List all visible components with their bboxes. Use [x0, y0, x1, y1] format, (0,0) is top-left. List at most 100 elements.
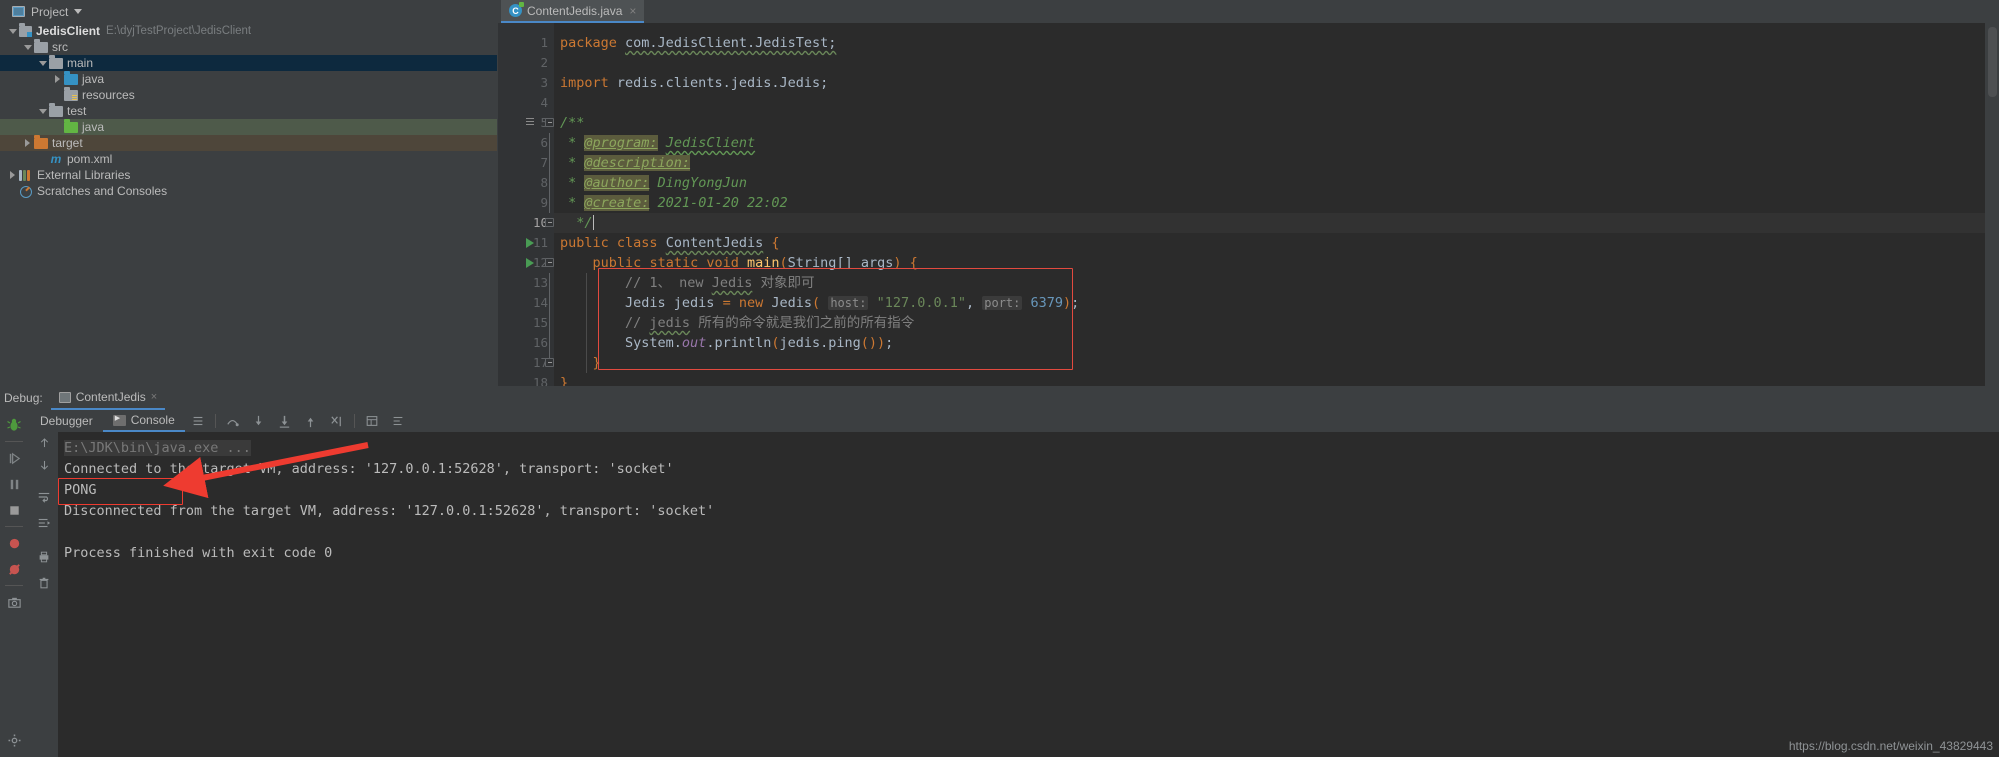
expand-arrow-right-icon[interactable]	[21, 139, 34, 147]
expand-arrow-down-icon[interactable]	[36, 60, 49, 66]
java-class-icon: C	[509, 2, 524, 17]
close-icon[interactable]: ×	[151, 391, 157, 403]
tree-node-jedisclient[interactable]: JedisClient E:\dyjTestProject\JedisClient	[0, 23, 497, 39]
expand-arrow-down-icon[interactable]	[6, 28, 19, 34]
evaluate-icon[interactable]	[359, 410, 385, 432]
code-content[interactable]: package com.JedisClient.JedisTest; import…	[554, 23, 1999, 386]
project-tool-window-label: Project	[31, 4, 69, 19]
fold-region-line-method	[549, 273, 550, 359]
run-class-gutter-icon[interactable]	[526, 238, 534, 248]
tree-node-pom-xml[interactable]: m pom.xml	[0, 151, 497, 167]
print-icon[interactable]	[30, 544, 58, 570]
scroll-to-end-icon[interactable]	[30, 510, 58, 536]
scroll-down-icon[interactable]	[30, 454, 58, 476]
project-tree-panel[interactable]: JedisClient E:\dyjTestProject\JedisClient…	[0, 23, 497, 386]
expand-arrow-right-icon[interactable]	[6, 171, 19, 179]
tree-node-label: External Libraries	[37, 168, 131, 182]
code-line-3[interactable]: import redis.clients.jedis.Jedis;	[560, 73, 828, 93]
chevron-down-icon[interactable]	[74, 9, 83, 14]
debug-tool-window: Debug: ContentJedis × Debugger ▶ Console…	[0, 386, 1999, 757]
javadoc-marker-icon	[522, 118, 534, 128]
clear-all-icon[interactable]	[30, 570, 58, 596]
debug-subtab-debugger[interactable]: Debugger	[30, 410, 103, 432]
debug-bug-icon[interactable]	[0, 412, 28, 438]
code-line-14[interactable]: Jedis jedis = new Jedis( host: "127.0.0.…	[560, 293, 1079, 313]
folder-icon	[49, 102, 63, 117]
scroll-up-icon[interactable]	[30, 432, 58, 454]
settings2-icon[interactable]	[385, 410, 411, 432]
project-tool-window-button[interactable]: Project	[0, 0, 90, 23]
code-line-8[interactable]: * @author: DingYongJun	[560, 173, 747, 193]
close-icon[interactable]: ×	[629, 4, 636, 18]
debug-header: Debug: ContentJedis ×	[0, 386, 1999, 410]
tree-node-resources[interactable]: resources	[0, 86, 497, 103]
expand-arrow-down-icon[interactable]	[21, 44, 34, 50]
tree-node-java[interactable]: java	[0, 118, 497, 135]
tree-node-label: test	[67, 104, 87, 118]
run-to-cursor-icon[interactable]	[324, 410, 350, 432]
tree-node-java[interactable]: java	[0, 70, 497, 87]
rail-divider	[5, 585, 23, 586]
code-line-9[interactable]: * @create: 2021-01-20 22:02	[560, 193, 788, 213]
tree-node-target[interactable]: target	[0, 134, 497, 151]
tree-node-src[interactable]: src	[0, 38, 497, 55]
settings-gear-icon[interactable]	[0, 727, 28, 753]
view-breakpoints-icon[interactable]	[0, 530, 28, 556]
console-line: Process finished with exit code 0	[64, 545, 333, 561]
code-line-5[interactable]: /**	[560, 113, 584, 133]
editor-scrollbar-track[interactable]	[1985, 23, 1999, 386]
editor-gutter[interactable]: 123456789101112131415161718	[498, 23, 554, 386]
line-number: 2	[540, 55, 548, 70]
tree-node-scratches-and-consoles[interactable]: Scratches and Consoles	[0, 183, 497, 199]
code-line-16[interactable]: System.out.println(jedis.ping());	[560, 333, 893, 353]
stop-icon[interactable]	[0, 497, 28, 523]
expand-arrow-down-icon[interactable]	[36, 108, 49, 114]
code-line-12[interactable]: public static void main(String[] args) {	[560, 253, 918, 273]
tree-node-main[interactable]: main	[0, 54, 497, 71]
code-line-13[interactable]: // 1、 new Jedis 对象即可	[560, 273, 814, 293]
step-out-icon[interactable]	[298, 410, 324, 432]
debug-session-tab[interactable]: ContentJedis ×	[50, 386, 166, 410]
code-line-15[interactable]: // jedis 所有的命令就是我们之前的所有指令	[560, 313, 914, 333]
layout-icon[interactable]	[185, 410, 211, 432]
line-number: 4	[540, 95, 548, 110]
console-line: E:\JDK\bin\java.exe ...	[64, 440, 251, 456]
debug-session-icon	[58, 391, 71, 403]
code-line-17[interactable]: }	[560, 353, 601, 373]
fold-marker-method[interactable]	[545, 258, 554, 267]
editor-tab-contentjedis[interactable]: C ContentJedis.java ×	[501, 0, 645, 23]
code-line-18[interactable]: }	[560, 373, 568, 386]
step-over-icon[interactable]	[220, 410, 246, 432]
pause-icon[interactable]	[0, 471, 28, 497]
project-module-icon	[19, 23, 32, 37]
mute-breakpoints-icon[interactable]	[0, 556, 28, 582]
fold-marker-method-end[interactable]	[545, 358, 554, 367]
tree-node-label: pom.xml	[67, 152, 113, 166]
code-line-1[interactable]: package com.JedisClient.JedisTest;	[560, 33, 836, 53]
expand-arrow-right-icon[interactable]	[51, 75, 64, 83]
console-output[interactable]: E:\JDK\bin\java.exe ... Connected to the …	[58, 432, 1999, 757]
indent-guide	[586, 273, 587, 373]
console-icon	[112, 414, 126, 426]
code-line-7[interactable]: * @description:	[560, 153, 691, 173]
debug-subtab-console[interactable]: Console	[102, 410, 185, 432]
debug-subtab-console-label: Console	[130, 413, 175, 427]
camera-icon[interactable]	[0, 589, 28, 615]
line-number: 9	[540, 195, 548, 210]
code-line-6[interactable]: * @program: JedisClient	[560, 133, 755, 153]
code-editor[interactable]: 123456789101112131415161718 package com.…	[498, 23, 1999, 386]
tree-node-test[interactable]: test	[0, 102, 497, 119]
fold-marker-javadoc[interactable]	[545, 118, 554, 127]
step-into-icon[interactable]	[246, 410, 272, 432]
force-step-into-icon[interactable]	[272, 410, 298, 432]
code-line-10[interactable]: */	[560, 213, 594, 233]
soft-wrap-icon[interactable]	[30, 484, 58, 510]
tree-node-external-libraries[interactable]: External Libraries	[0, 167, 497, 183]
watermark-url: https://blog.csdn.net/weixin_43829443	[1788, 739, 1993, 753]
resume-icon[interactable]	[0, 445, 28, 471]
code-line-11[interactable]: public class ContentJedis {	[560, 233, 780, 253]
fold-marker-javadoc-end[interactable]	[545, 218, 554, 227]
run-method-gutter-icon[interactable]	[526, 258, 534, 268]
editor-scrollbar-thumb[interactable]	[1988, 27, 1997, 97]
rail-divider	[5, 441, 23, 442]
